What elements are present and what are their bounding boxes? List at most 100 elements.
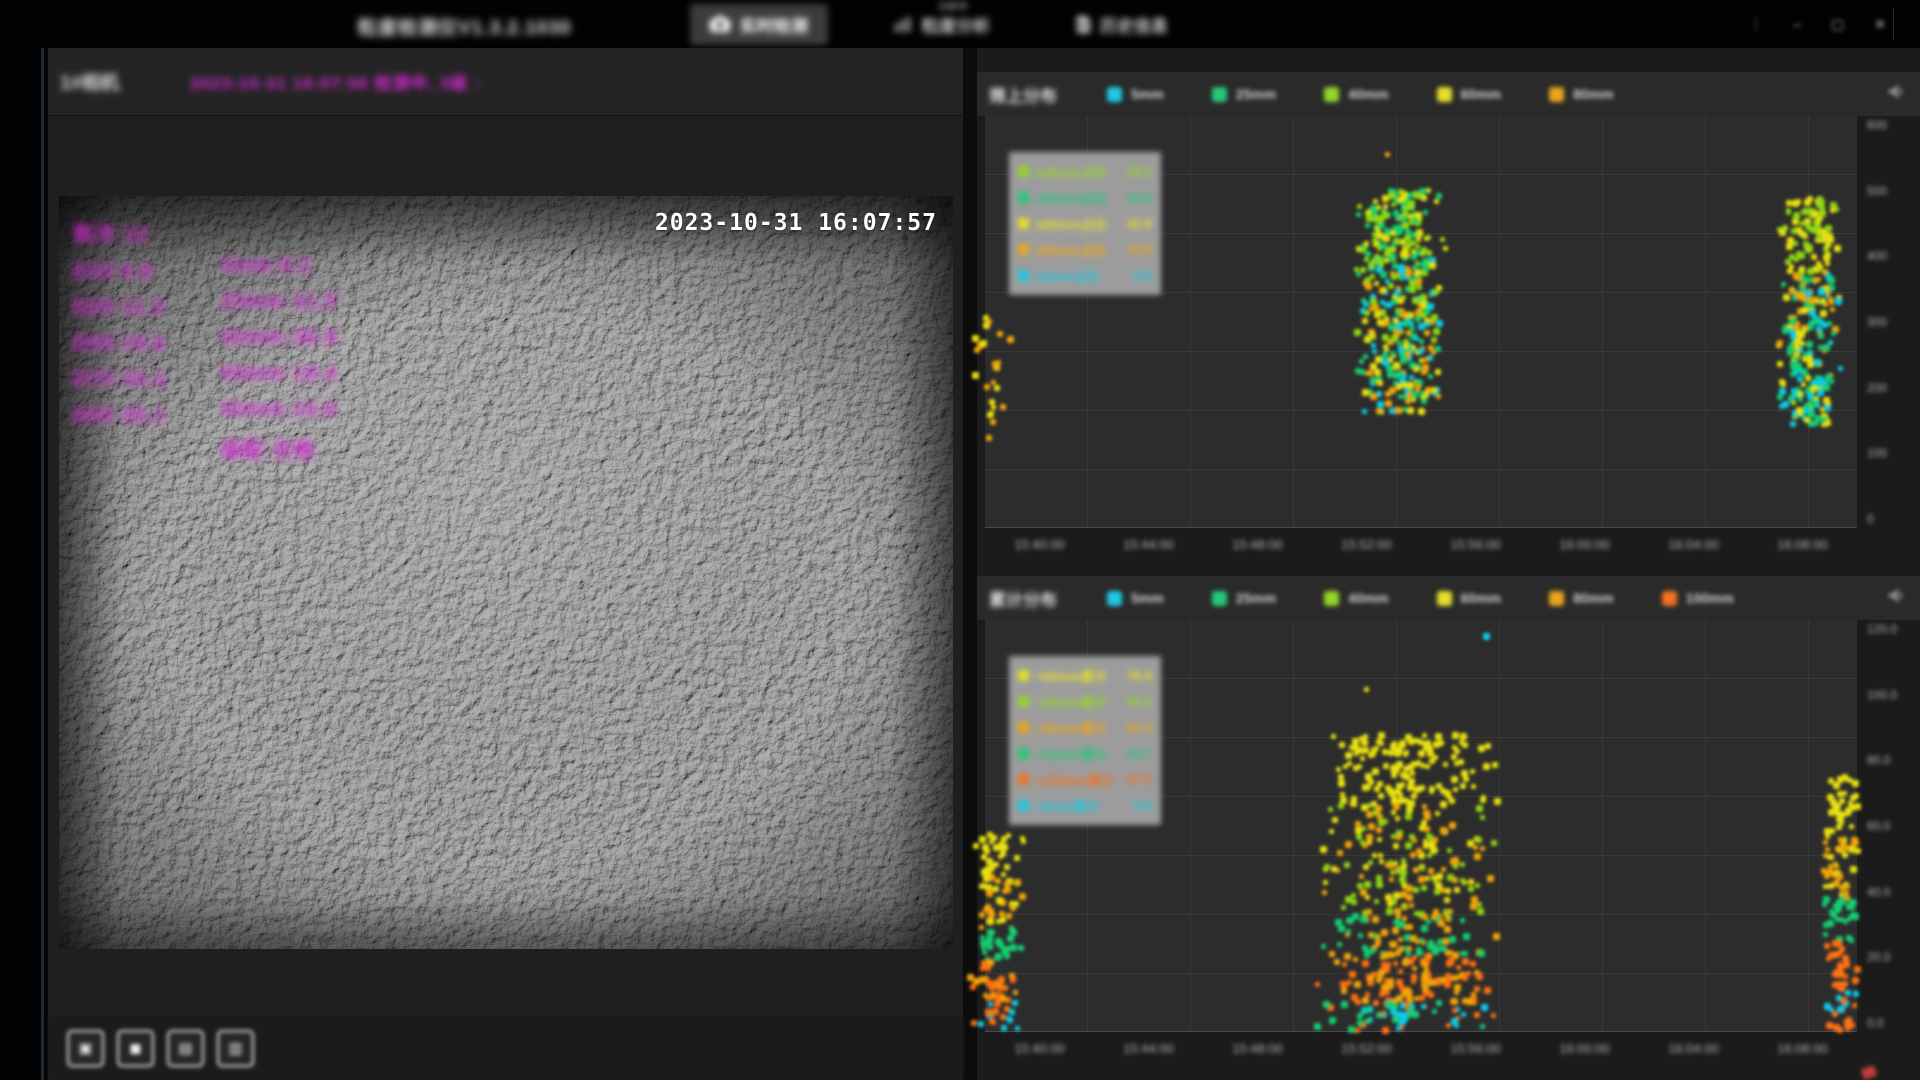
data-point bbox=[1355, 999, 1361, 1005]
data-point bbox=[1825, 242, 1831, 248]
data-point bbox=[1449, 822, 1456, 829]
data-point bbox=[1444, 926, 1451, 933]
data-point bbox=[1418, 408, 1425, 415]
data-point bbox=[1426, 188, 1431, 193]
data-point bbox=[1435, 369, 1441, 375]
record-button[interactable]: ◼ bbox=[117, 1030, 154, 1067]
overlay-line: 批次 12 bbox=[73, 218, 166, 248]
data-point bbox=[1793, 241, 1798, 246]
data-point bbox=[1421, 398, 1427, 404]
save-button[interactable]: ▤ bbox=[167, 1030, 204, 1067]
data-point bbox=[1796, 407, 1803, 414]
data-point bbox=[1825, 261, 1830, 266]
data-point bbox=[994, 385, 1000, 391]
data-point bbox=[1405, 734, 1412, 741]
legend-item-25mm[interactable]: 25mm bbox=[1212, 590, 1276, 606]
chart-header: 筛上分布5mm25mm40mm60mm80mm bbox=[977, 72, 1920, 116]
data-point bbox=[1419, 358, 1424, 363]
data-point bbox=[1372, 349, 1377, 354]
legend-item-100mm[interactable]: 100mm bbox=[1662, 590, 1734, 606]
nav-item-3[interactable]: 历史信息 bbox=[1056, 4, 1188, 45]
data-point bbox=[1409, 375, 1414, 380]
data-point bbox=[1356, 212, 1361, 217]
scatter-points bbox=[985, 620, 1857, 1031]
data-point bbox=[1436, 783, 1442, 789]
data-point bbox=[1475, 883, 1480, 888]
data-point bbox=[1393, 961, 1398, 966]
export-button[interactable]: ▥ bbox=[217, 1030, 254, 1067]
nav-item-1[interactable]: 实时检测 bbox=[690, 4, 828, 45]
data-point bbox=[1436, 981, 1441, 986]
legend-item-40mm[interactable]: 40mm bbox=[1324, 86, 1388, 102]
data-point bbox=[1418, 348, 1424, 354]
data-point bbox=[1794, 345, 1800, 351]
minimize-icon[interactable]: – bbox=[1793, 17, 1801, 31]
data-point bbox=[1481, 1004, 1488, 1011]
data-point bbox=[1828, 277, 1835, 284]
data-point bbox=[1365, 223, 1370, 228]
data-point bbox=[1838, 366, 1843, 371]
overlay-line: D90 45.1 bbox=[73, 404, 166, 428]
panel-divider bbox=[963, 48, 977, 1080]
data-point bbox=[1461, 770, 1468, 777]
data-point bbox=[1402, 192, 1408, 198]
data-point bbox=[1485, 743, 1491, 749]
data-point bbox=[1836, 824, 1842, 830]
data-point bbox=[1823, 853, 1828, 858]
data-point bbox=[1399, 308, 1404, 313]
data-point bbox=[1414, 336, 1419, 341]
speaker-icon[interactable] bbox=[1889, 84, 1906, 104]
x-tick-label: 15:40:00 bbox=[985, 537, 1094, 552]
maximize-icon[interactable]: ▢ bbox=[1831, 17, 1844, 31]
nav-item-2[interactable]: 粒度分析分析中 bbox=[874, 4, 1010, 45]
data-point bbox=[994, 1000, 1001, 1007]
data-point bbox=[1819, 204, 1825, 210]
data-point bbox=[1812, 210, 1818, 216]
data-point bbox=[1425, 876, 1430, 881]
data-point bbox=[1405, 842, 1412, 849]
data-point bbox=[1402, 373, 1407, 378]
legend-item-80mm[interactable]: 80mm bbox=[1549, 86, 1613, 102]
data-point bbox=[1336, 767, 1341, 772]
snapshot-button[interactable]: ▣ bbox=[67, 1030, 104, 1067]
data-point bbox=[1813, 420, 1819, 426]
data-point bbox=[1829, 828, 1835, 834]
data-point bbox=[1366, 215, 1373, 222]
overlay-line: 级配 合格 bbox=[221, 434, 337, 464]
legend-item-25mm[interactable]: 25mm bbox=[1212, 86, 1276, 102]
data-point bbox=[1825, 225, 1832, 232]
data-point bbox=[987, 944, 993, 950]
data-point bbox=[1424, 357, 1429, 362]
menu-icon[interactable]: ⋮ bbox=[1749, 17, 1763, 31]
data-point bbox=[1404, 1001, 1410, 1007]
overlay-line: D10 6.8 bbox=[73, 260, 166, 284]
data-point bbox=[1396, 761, 1403, 768]
data-point bbox=[1462, 975, 1468, 981]
data-point bbox=[1474, 986, 1480, 992]
data-point bbox=[1391, 202, 1396, 207]
speaker-icon[interactable] bbox=[1889, 588, 1906, 608]
data-point bbox=[1419, 995, 1425, 1001]
legend-item-60mm[interactable]: 60mm bbox=[1437, 590, 1501, 606]
legend-item-5mm[interactable]: 5mm bbox=[1107, 86, 1164, 102]
legend-item-60mm[interactable]: 60mm bbox=[1437, 86, 1501, 102]
legend-item-40mm[interactable]: 40mm bbox=[1324, 590, 1388, 606]
data-point bbox=[1410, 1005, 1415, 1010]
data-point bbox=[1362, 318, 1368, 324]
data-point bbox=[1836, 899, 1843, 906]
data-point bbox=[1398, 394, 1403, 399]
data-point bbox=[1404, 212, 1409, 217]
data-point bbox=[1323, 880, 1328, 885]
close-icon[interactable]: ✕ bbox=[1874, 17, 1886, 31]
data-point bbox=[1801, 297, 1806, 302]
data-point bbox=[1398, 264, 1405, 271]
data-point bbox=[1483, 633, 1490, 640]
data-point bbox=[1807, 393, 1814, 400]
data-point bbox=[1415, 316, 1421, 322]
legend-item-5mm[interactable]: 5mm bbox=[1107, 590, 1164, 606]
data-point bbox=[1411, 249, 1416, 254]
legend-item-80mm[interactable]: 80mm bbox=[1549, 590, 1613, 606]
y-tick-label: 120.0 bbox=[1867, 622, 1917, 636]
data-point bbox=[1476, 973, 1483, 980]
data-point bbox=[1368, 823, 1375, 830]
